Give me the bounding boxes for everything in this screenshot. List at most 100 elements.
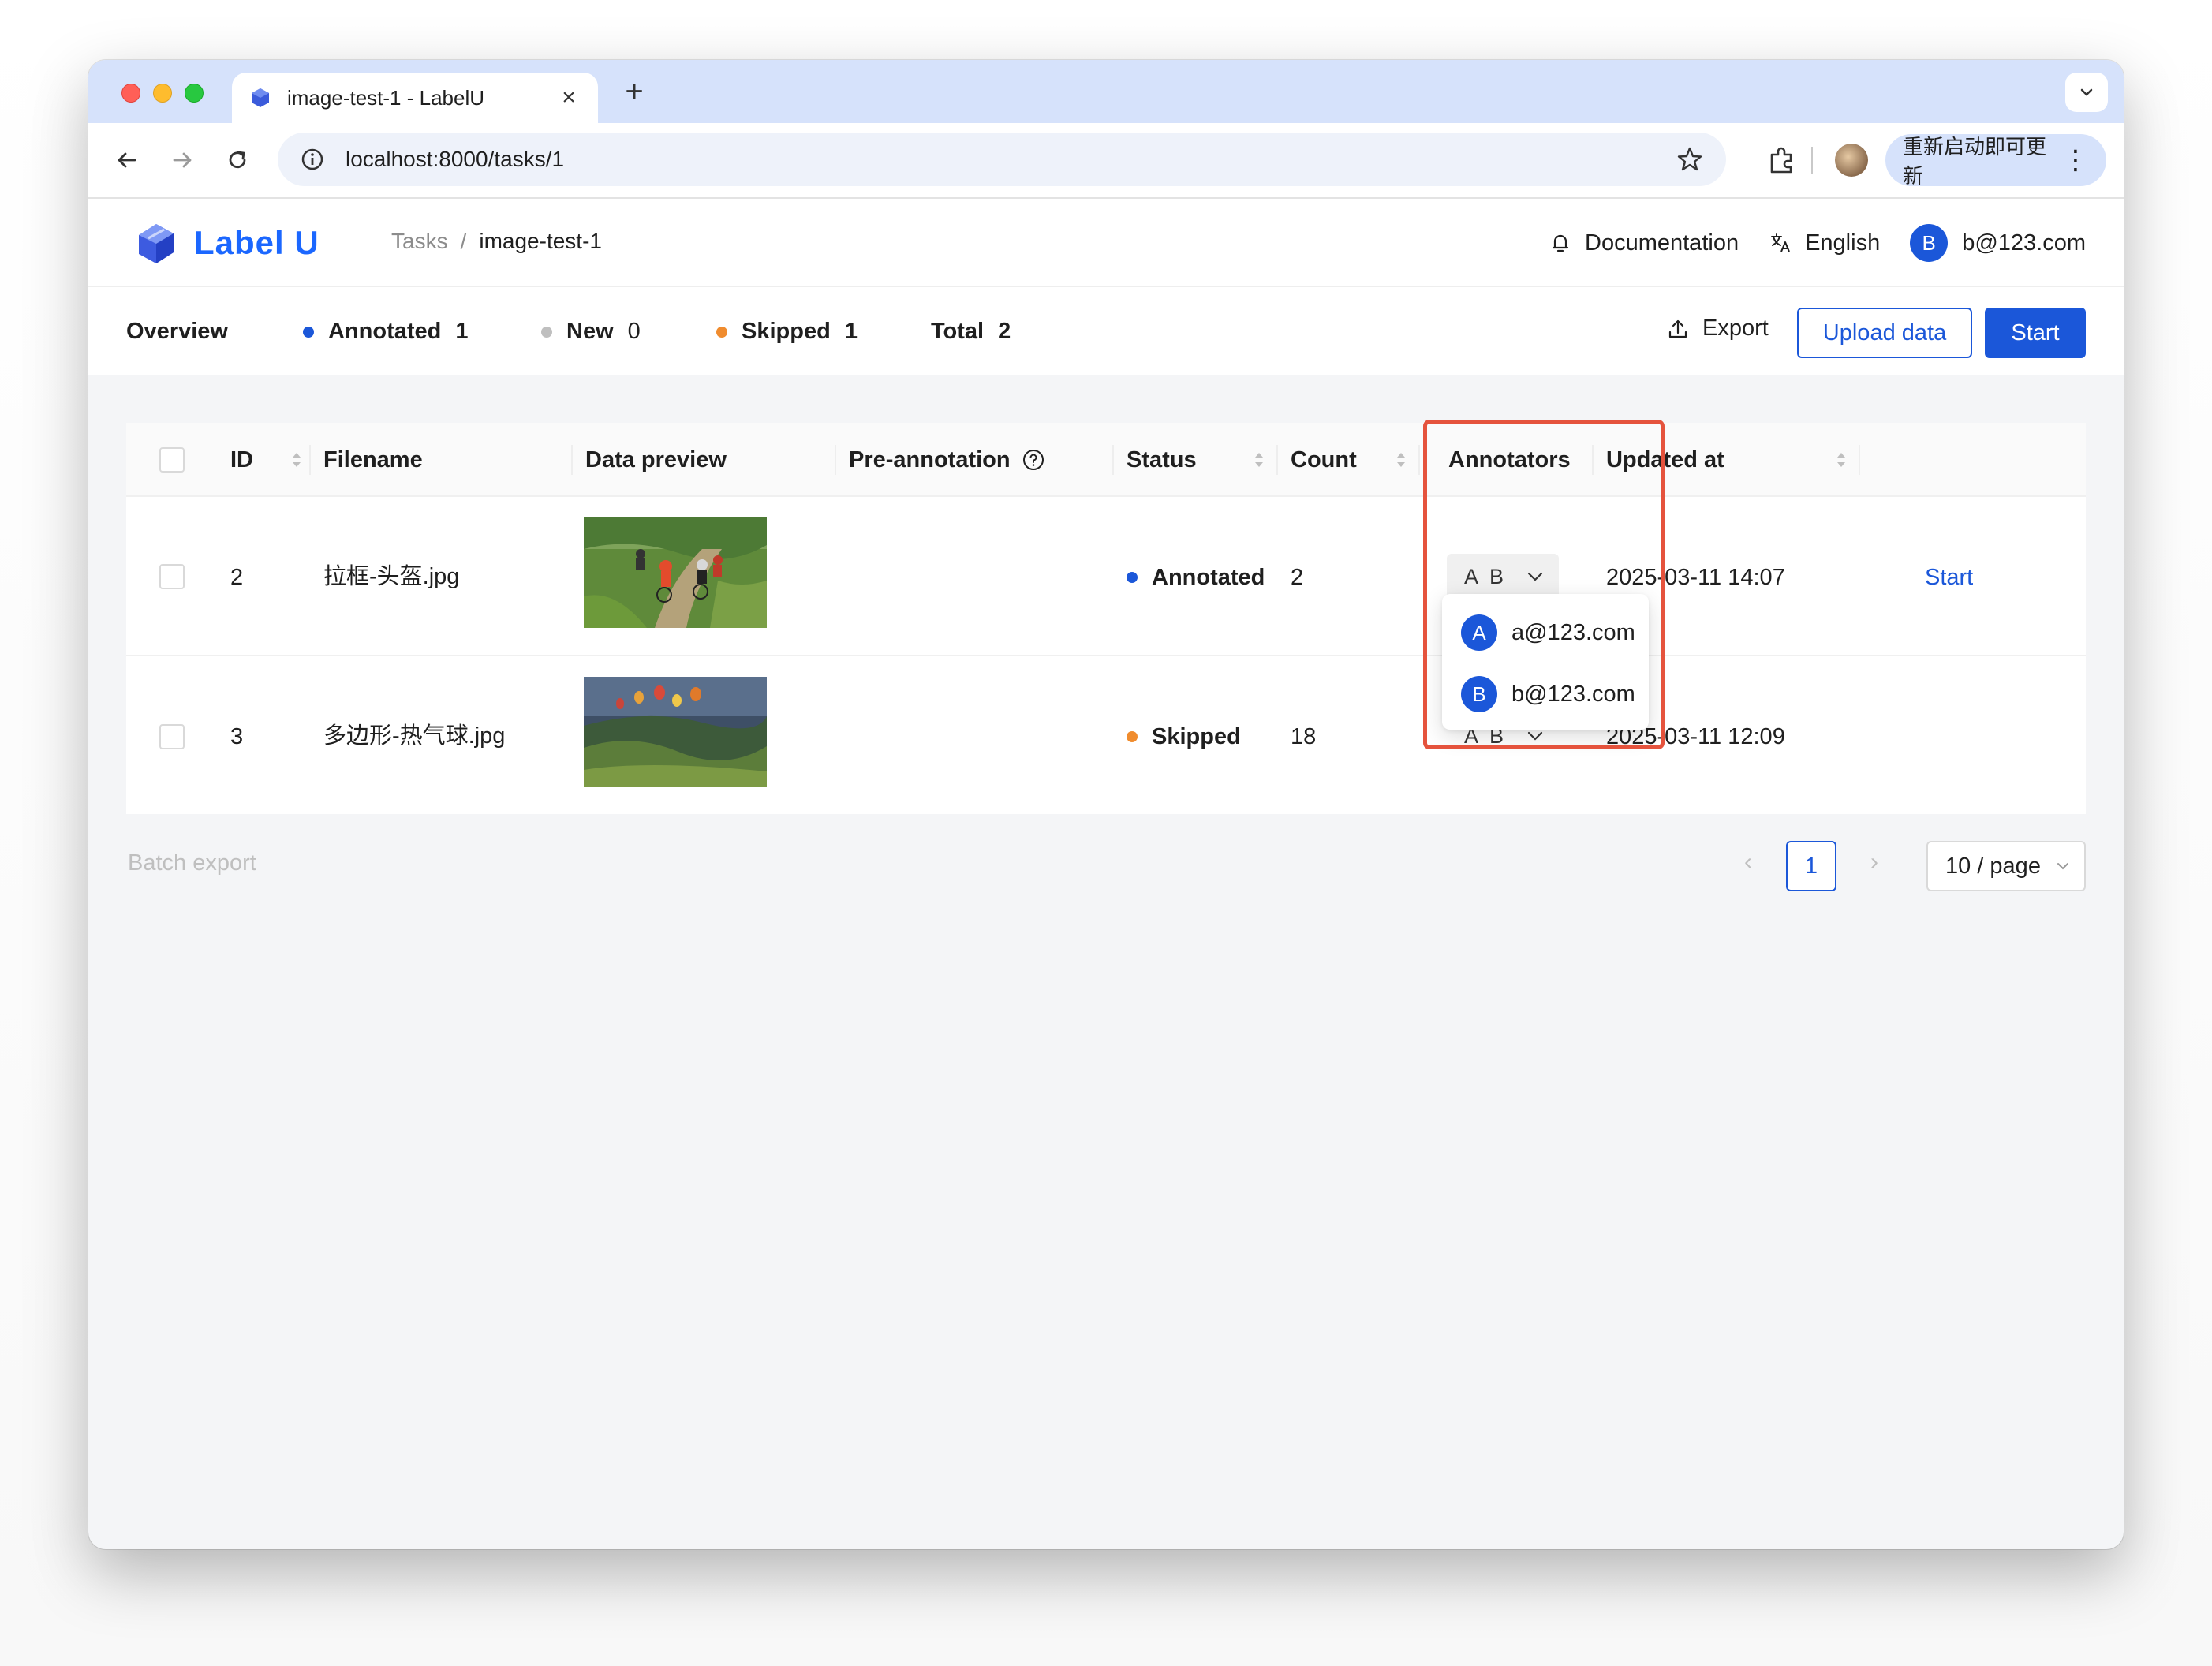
next-page-icon[interactable]: › bbox=[1859, 849, 1890, 876]
site-info-icon[interactable] bbox=[300, 147, 325, 172]
breadcrumb-separator: / bbox=[460, 229, 467, 253]
relaunch-update-button[interactable]: 重新启动即可更新 ⋮ bbox=[1885, 134, 2106, 188]
page-size-select[interactable]: 10 / page bbox=[1926, 841, 2086, 891]
column-divider bbox=[1112, 445, 1114, 475]
upload-data-button[interactable]: Upload data bbox=[1797, 308, 1972, 358]
new-label: New bbox=[566, 319, 614, 344]
extensions-puzzle-icon[interactable] bbox=[1765, 144, 1799, 177]
column-divider bbox=[1418, 445, 1420, 475]
row-filename: 多边形-热气球.jpg bbox=[323, 723, 506, 749]
prev-page-icon[interactable]: ‹ bbox=[1732, 849, 1764, 876]
minimize-window-button[interactable] bbox=[153, 84, 172, 103]
documentation-label: Documentation bbox=[1585, 230, 1739, 256]
data-preview-thumbnail[interactable] bbox=[584, 517, 767, 628]
column-label-filename: Filename bbox=[323, 446, 423, 473]
column-header-count[interactable]: Count bbox=[1291, 423, 1357, 497]
column-divider bbox=[1276, 445, 1278, 475]
column-label-preview: Data preview bbox=[585, 446, 727, 473]
hot-air-balloons-image bbox=[584, 677, 767, 787]
row-start-link[interactable]: Start bbox=[1925, 562, 1973, 593]
row-count: 2 bbox=[1291, 564, 1304, 590]
more-menu-icon[interactable]: ⋮ bbox=[2062, 147, 2089, 174]
tab-close-icon[interactable]: × bbox=[557, 86, 581, 110]
translate-icon bbox=[1771, 233, 1791, 252]
reload-button[interactable] bbox=[218, 140, 257, 180]
sort-icon[interactable] bbox=[1253, 448, 1265, 472]
column-divider bbox=[1859, 445, 1860, 475]
table-row[interactable]: 3 多边形-热气球.jpg Skipped 18 A B 2025-03-11 … bbox=[126, 656, 2086, 814]
bookmark-star-icon[interactable] bbox=[1676, 145, 1704, 174]
zoom-window-button[interactable] bbox=[185, 84, 204, 103]
new-count: 0 bbox=[627, 319, 641, 344]
language-switcher[interactable]: English bbox=[1769, 230, 1880, 256]
annotated-filter[interactable]: Annotated 1 bbox=[303, 319, 469, 345]
sort-icon[interactable] bbox=[290, 448, 303, 472]
total-summary: Total 2 bbox=[931, 319, 1011, 345]
sort-icon[interactable] bbox=[1395, 448, 1407, 472]
new-filter[interactable]: New 0 bbox=[541, 319, 641, 345]
close-window-button[interactable] bbox=[121, 84, 140, 103]
column-header-status[interactable]: Status bbox=[1127, 423, 1197, 497]
address-bar[interactable]: localhost:8000/tasks/1 bbox=[278, 133, 1726, 186]
overview-tab[interactable]: Overview bbox=[126, 319, 228, 345]
browser-window: image-test-1 - LabelU × + localhost:8000… bbox=[88, 60, 2124, 1549]
data-preview-thumbnail[interactable] bbox=[584, 677, 767, 787]
help-circle-icon[interactable] bbox=[1022, 448, 1045, 472]
language-label: English bbox=[1805, 230, 1881, 256]
select-all-checkbox[interactable] bbox=[159, 447, 185, 473]
total-label: Total bbox=[931, 319, 985, 344]
annotated-label: Annotated bbox=[328, 319, 442, 344]
status-label: Annotated bbox=[1152, 564, 1265, 590]
logo-text: Label U bbox=[194, 224, 319, 261]
page-1-button[interactable]: 1 bbox=[1786, 841, 1836, 891]
column-label-status: Status bbox=[1127, 446, 1197, 473]
breadcrumb-tasks-link[interactable]: Tasks bbox=[391, 229, 448, 254]
browser-tab[interactable]: image-test-1 - LabelU × bbox=[232, 73, 598, 123]
tab-search-button[interactable] bbox=[2065, 73, 2108, 112]
export-label: Export bbox=[1702, 316, 1769, 341]
cyclists-image bbox=[584, 517, 767, 628]
skipped-dot bbox=[716, 326, 727, 338]
documentation-link[interactable]: Documentation bbox=[1549, 230, 1739, 256]
user-avatar: B bbox=[1910, 224, 1949, 262]
user-menu[interactable]: B b@123.com bbox=[1910, 224, 2086, 262]
reload-icon bbox=[229, 151, 246, 169]
batch-export-button[interactable]: Batch export bbox=[128, 850, 256, 876]
table-row[interactable]: 2 拉框-头盔.jpg Annotated 2 A B 2025-03-11 1… bbox=[126, 497, 2086, 656]
column-header-filename: Filename bbox=[323, 423, 423, 497]
profile-avatar[interactable] bbox=[1835, 144, 1868, 177]
back-button[interactable] bbox=[107, 140, 147, 180]
browser-toolbar: localhost:8000/tasks/1 重新启动即可更新 ⋮ bbox=[88, 123, 2124, 199]
user-email: b@123.com bbox=[1962, 230, 2086, 256]
labelu-logo[interactable]: Label U bbox=[133, 218, 319, 268]
column-divider bbox=[309, 445, 311, 475]
total-count: 2 bbox=[998, 319, 1011, 344]
sort-icon[interactable] bbox=[1835, 448, 1848, 472]
status-label: Skipped bbox=[1152, 723, 1241, 749]
row-checkbox[interactable] bbox=[159, 724, 185, 749]
column-divider bbox=[571, 445, 573, 475]
export-button[interactable]: Export bbox=[1666, 316, 1769, 342]
url-text: localhost:8000/tasks/1 bbox=[346, 147, 565, 171]
tab-title: image-test-1 - LabelU bbox=[287, 85, 484, 110]
row-filename: 拉框-头盔.jpg bbox=[323, 564, 460, 589]
chevron-down-icon bbox=[2080, 88, 2093, 96]
column-label-id: ID bbox=[230, 446, 253, 473]
column-header-id[interactable]: ID bbox=[230, 423, 253, 497]
table-header: ID Filename Data preview Pre-annotation bbox=[126, 423, 2086, 497]
row-id: 2 bbox=[230, 564, 244, 590]
forward-button[interactable] bbox=[163, 140, 202, 180]
row-checkbox[interactable] bbox=[159, 564, 185, 589]
labelu-favicon-icon bbox=[252, 88, 269, 107]
new-tab-button[interactable]: + bbox=[618, 76, 650, 107]
row-status: Annotated bbox=[1127, 562, 1265, 593]
annotated-dot bbox=[303, 326, 314, 338]
row-id: 3 bbox=[230, 723, 244, 749]
start-button[interactable]: Start bbox=[1985, 308, 2086, 358]
skipped-filter[interactable]: Skipped 1 bbox=[716, 319, 858, 345]
bell-icon bbox=[1552, 234, 1569, 252]
app-header: Label U Tasks / image-test-1 Documentati… bbox=[88, 199, 2124, 287]
header-actions: Documentation English B b@123.com bbox=[1519, 222, 2086, 263]
chevron-down-icon bbox=[2057, 863, 2068, 870]
skipped-count: 1 bbox=[844, 319, 858, 344]
